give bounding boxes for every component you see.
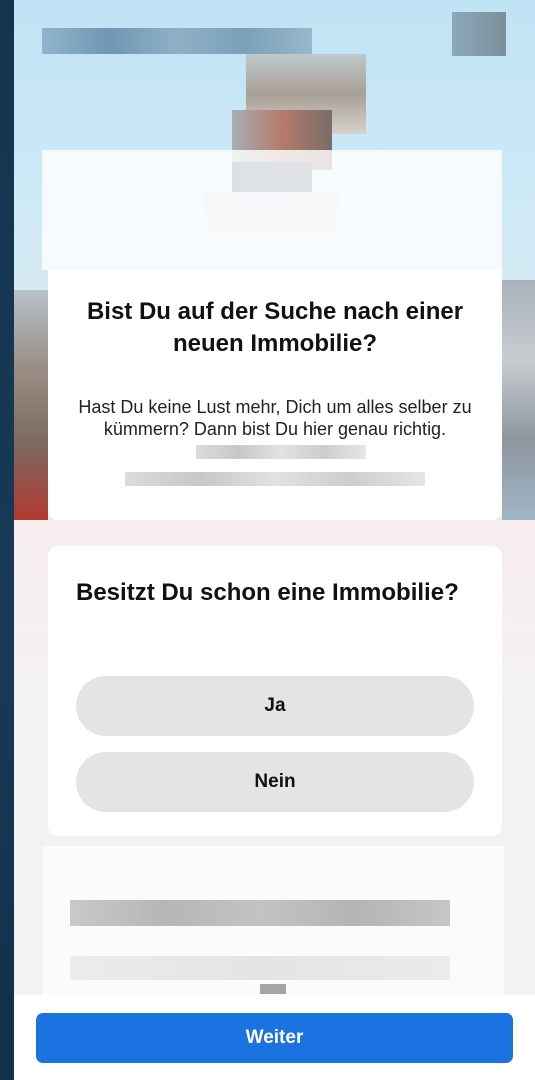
blurred-pixel-block <box>70 900 450 926</box>
intro-card: Bist Du auf der Suche nach einer neuen I… <box>48 270 502 520</box>
answer-no-button[interactable]: Nein <box>76 752 474 812</box>
blurred-pixel-block <box>14 290 48 520</box>
blurred-pixel-block <box>452 12 506 56</box>
intro-title: Bist Du auf der Suche nach einer neuen I… <box>86 298 464 357</box>
question-title: Besitzt Du schon eine Immobilie? <box>76 579 459 606</box>
next-button[interactable]: Weiter <box>36 1013 513 1063</box>
blurred-pixel-block <box>42 28 312 54</box>
redacted-text <box>196 445 366 460</box>
footer-left-edge <box>0 995 14 1080</box>
question-card: Besitzt Du schon eine Immobilie? Ja Nein <box>48 546 502 836</box>
blurred-pixel-block <box>42 150 502 270</box>
redacted-text <box>125 472 425 487</box>
answer-yes-button[interactable]: Ja <box>76 676 474 736</box>
left-background-edge <box>0 0 14 1080</box>
intro-description: Hast Du keine Lust mehr, Dich um alles s… <box>78 397 472 439</box>
blurred-pixel-block <box>260 984 286 994</box>
blurred-pixel-block <box>502 280 535 520</box>
intro-text: Hast Du keine Lust mehr, Dich um alles s… <box>72 396 478 487</box>
blurred-pixel-block <box>70 956 450 980</box>
footer-bar: Weiter <box>0 995 535 1080</box>
